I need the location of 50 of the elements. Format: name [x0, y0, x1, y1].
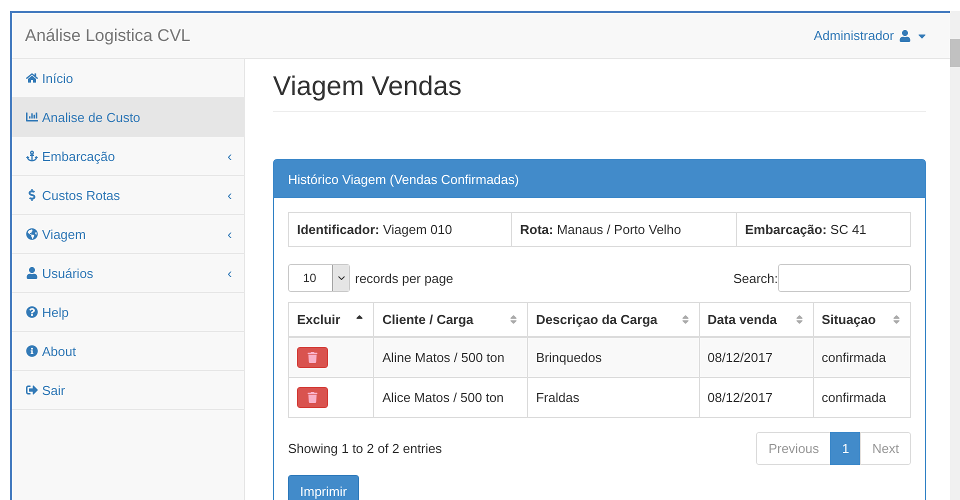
- scrollbar[interactable]: [950, 11, 960, 500]
- sidebar-item[interactable]: Usuários ‹: [12, 254, 244, 293]
- brand-title[interactable]: Análise Logistica CVL: [25, 26, 190, 46]
- globe-icon: [26, 228, 38, 240]
- logout-icon: [26, 384, 38, 396]
- sidebar-item[interactable]: Embarcação ‹: [12, 137, 244, 176]
- print-button[interactable]: Imprimir: [288, 475, 359, 500]
- table-cell: confirmada: [813, 378, 910, 418]
- page-size-select[interactable]: 10: [288, 264, 350, 292]
- panel-title: Histórico Viagem (Vendas Confirmadas): [288, 172, 519, 186]
- sidebar-item[interactable]: Viagem ‹: [12, 215, 244, 254]
- search-label: Search:: [733, 270, 778, 286]
- summary-cell: Embarcação: SC 41: [736, 213, 910, 246]
- sidebar-item[interactable]: Analise de Custo: [12, 98, 244, 137]
- table-cell: Aline Matos / 500 ton: [374, 337, 528, 378]
- info-icon: [26, 345, 38, 357]
- user-icon: [26, 267, 38, 279]
- summary-cell-text: Identificador: Viagem 010: [296, 221, 454, 239]
- trash-icon: [307, 392, 318, 403]
- user-icon: [899, 30, 911, 42]
- dollar-icon: [26, 189, 38, 201]
- home-icon: [26, 72, 38, 84]
- table-cell: 08/12/2017: [699, 378, 814, 418]
- caret-icon: ‹: [227, 148, 232, 164]
- sidebar-item[interactable]: Custos Rotas ‹: [12, 176, 244, 215]
- delete-button[interactable]: [297, 387, 328, 408]
- table-cell: Fraldas: [527, 378, 700, 418]
- pagination-button[interactable]: 1: [830, 432, 862, 465]
- sidebar-item[interactable]: Help: [12, 293, 244, 332]
- anchor-icon: [26, 150, 38, 162]
- search-field[interactable]: [778, 264, 911, 292]
- table-cell: Brinquedos: [527, 337, 700, 378]
- caret-icon: ‹: [227, 265, 232, 281]
- page-size-label: records per page: [355, 270, 454, 286]
- table-info: Showing 1 to 2 of 2 entries: [288, 441, 442, 456]
- delete-button[interactable]: [297, 347, 328, 368]
- help-icon: [26, 306, 38, 318]
- trash-icon: [307, 352, 318, 363]
- table-cell: confirmada: [813, 337, 910, 378]
- user-menu[interactable]: Administrador: [814, 28, 928, 43]
- caret-icon: ‹: [227, 226, 232, 242]
- page-title: Viagem Vendas: [273, 71, 926, 112]
- summary-cell: Rota: Manaus / Porto Velho: [511, 213, 736, 246]
- bar-chart-icon: [26, 111, 38, 123]
- chevron-down-icon: [338, 276, 344, 280]
- caret-icon: ‹: [227, 187, 232, 203]
- sidebar-item[interactable]: Sair: [12, 371, 244, 410]
- table-cell: 08/12/2017: [699, 337, 814, 378]
- table-cell: Alice Matos / 500 ton: [374, 378, 528, 418]
- sidebar-item[interactable]: About: [12, 332, 244, 371]
